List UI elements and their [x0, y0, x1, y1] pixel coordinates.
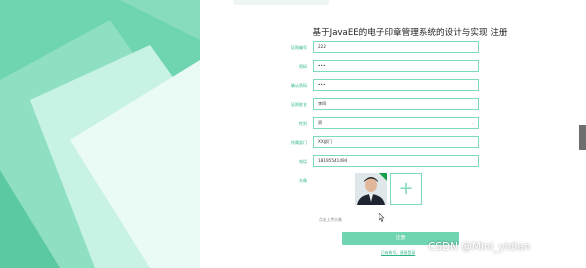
login-link[interactable]: 已有账号，直接登录	[381, 250, 415, 256]
field-label-phone: 电话	[299, 159, 307, 164]
decorative-background-panel	[0, 0, 200, 268]
confirm-password-input[interactable]: •••	[313, 79, 479, 91]
field-label-avatar: 头像	[299, 178, 307, 183]
add-avatar-button[interactable]: +	[390, 173, 422, 205]
mouse-cursor-icon	[379, 213, 385, 222]
photo-corner-badge	[379, 173, 387, 181]
field-label-department: 所属部门	[291, 140, 307, 145]
field-label-password: 密码	[299, 64, 307, 69]
gender-selected-value: 男	[318, 120, 323, 125]
upload-hint: 点击上传头像	[319, 217, 342, 222]
csdn-watermark: CSDN @Mini_yidian	[428, 241, 531, 253]
field-label-gender: 性别	[299, 121, 307, 126]
id-number-input[interactable]: 222	[313, 41, 479, 53]
field-label-confirm-password: 确认密码	[291, 83, 307, 88]
field-label-name: 证照姓名	[291, 102, 307, 107]
gender-select[interactable]: 男 ⌄	[313, 117, 479, 129]
avatar-photo[interactable]	[355, 173, 387, 205]
phone-input[interactable]: 18195541494	[313, 155, 479, 167]
form-title: 基于JavaEE的电子印章管理系统的设计与实现 注册	[312, 28, 508, 38]
password-input[interactable]: •••	[313, 60, 479, 72]
chevron-down-icon: ⌄	[470, 120, 474, 125]
scrollbar-thumb[interactable]	[579, 125, 586, 150]
department-input[interactable]: XX部门	[313, 136, 479, 148]
name-input[interactable]: 李四	[313, 98, 479, 110]
field-label-id-number: 证照编号	[291, 45, 307, 50]
top-header-strip	[233, 0, 329, 5]
